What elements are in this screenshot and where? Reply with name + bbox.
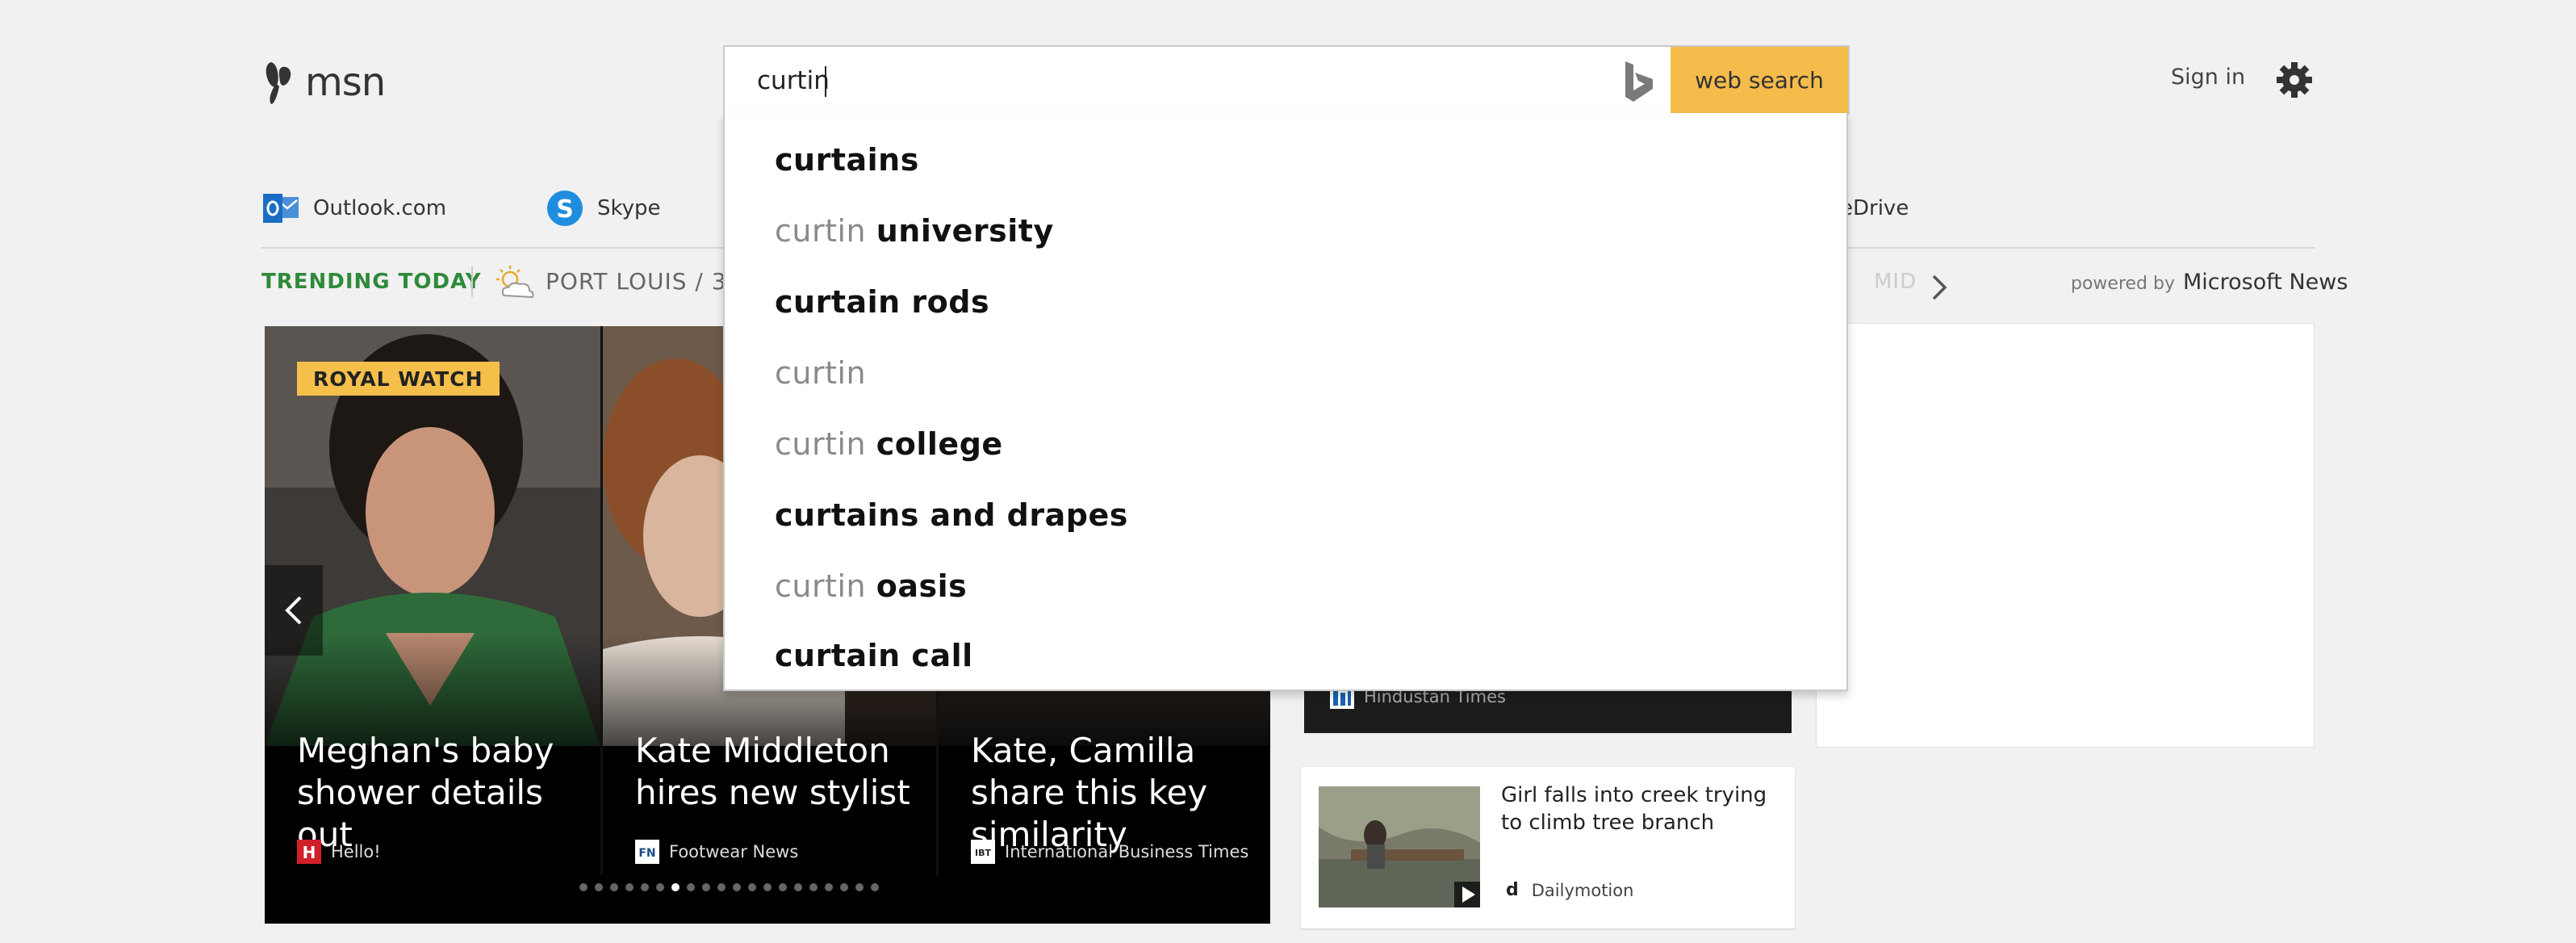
suggestion-prefix: curtin: [775, 568, 876, 604]
carousel-dot[interactable]: [595, 883, 603, 891]
carousel-dot[interactable]: [809, 883, 818, 891]
ad-panel: [1816, 323, 2315, 748]
skype-link[interactable]: S Skype: [546, 191, 661, 226]
carousel-dot[interactable]: [625, 883, 634, 891]
chevron-left-icon[interactable]: [265, 565, 323, 656]
slide-source-name: Hello!: [331, 842, 381, 861]
suggestion-suffix: curtain call: [775, 638, 973, 673]
weather-icon: [496, 266, 534, 299]
trending-tab-partial[interactable]: MID: [1874, 270, 1917, 294]
svg-text:H: H: [303, 843, 316, 862]
suggestion-suffix: oasis: [876, 568, 968, 604]
svg-text:FN: FN: [638, 847, 655, 860]
msn-logo[interactable]: msn: [263, 58, 386, 107]
carousel-dot[interactable]: [579, 883, 588, 891]
sign-in-link[interactable]: Sign in: [2171, 65, 2245, 90]
suggestion-item[interactable]: curtin oasis: [775, 562, 967, 610]
dailymotion-logo-icon: d: [1506, 880, 1519, 900]
brand-name: msn: [305, 60, 386, 105]
suggestion-suffix: curtains and drapes: [775, 497, 1128, 533]
text-caret: [825, 66, 826, 97]
outlook-icon: [263, 194, 299, 223]
svg-text:IBT: IBT: [975, 848, 991, 858]
slide-source-name: Footwear News: [669, 842, 799, 861]
video-card-source: d Dailymotion: [1506, 880, 1633, 900]
carousel-dot[interactable]: [779, 883, 787, 891]
outlook-link[interactable]: Outlook.com: [261, 191, 446, 226]
carousel-pagination: [579, 883, 879, 896]
suggestion-suffix: university: [876, 213, 1054, 249]
carousel-dot[interactable]: [871, 883, 879, 891]
carousel-dot[interactable]: [748, 883, 756, 891]
carousel-dot[interactable]: [687, 883, 695, 891]
carousel-dot[interactable]: [610, 883, 618, 891]
bing-icon[interactable]: [1620, 60, 1658, 105]
suggestion-prefix: curtin: [775, 213, 876, 249]
suggestion-item[interactable]: curtains: [775, 136, 919, 184]
slide-source: FN Footwear News: [635, 840, 798, 864]
suggestion-prefix: curtin: [775, 426, 876, 462]
carousel-dot[interactable]: [656, 883, 664, 891]
ibt-logo-icon: IBT: [971, 840, 995, 864]
suggestion-item[interactable]: curtin college: [775, 420, 1003, 468]
carousel-dot[interactable]: [641, 883, 649, 891]
search-bar: web search: [723, 45, 1850, 115]
carousel-dot[interactable]: [855, 883, 864, 891]
suggestion-prefix: curtin: [775, 355, 867, 391]
web-search-button[interactable]: web search: [1671, 47, 1848, 113]
hello-logo-icon: H: [297, 840, 321, 864]
suggestion-item[interactable]: curtain call: [775, 631, 973, 680]
suggestion-item[interactable]: curtin: [775, 349, 866, 397]
suggestion-suffix: college: [876, 426, 1003, 462]
carousel-dot[interactable]: [825, 883, 833, 891]
footwear-news-logo-icon: FN: [635, 840, 659, 864]
slide-source: IBT International Business Times: [971, 840, 1248, 864]
video-thumbnail: [1319, 786, 1480, 907]
suggestion-suffix: curtains: [775, 142, 919, 178]
carousel-dot[interactable]: [671, 883, 680, 891]
carousel-dot[interactable]: [717, 883, 726, 891]
skype-label: Skype: [597, 196, 661, 220]
skype-icon: S: [547, 191, 583, 226]
onedrive-label: eDrive: [1840, 196, 1909, 220]
settings-gear-icon[interactable]: [2276, 61, 2313, 98]
suggestion-suffix: curtain rods: [775, 284, 990, 320]
slide-headline[interactable]: Meghan's baby shower details out: [297, 730, 596, 856]
weather-text[interactable]: PORT LOUIS / 31: [546, 268, 742, 295]
chevron-right-icon[interactable]: [1927, 271, 1951, 304]
slide-source: H Hello!: [297, 840, 381, 864]
carousel-dot[interactable]: [763, 883, 772, 891]
carousel-dot[interactable]: [840, 883, 848, 891]
slide-source-name: International Business Times: [1005, 842, 1249, 861]
slide-headline[interactable]: Kate, Camilla share this key similarity: [971, 730, 1269, 856]
video-card-source-name: Dailymotion: [1531, 880, 1634, 900]
slide-headline[interactable]: Kate Middleton hires new stylist: [635, 730, 934, 814]
trending-divider: [471, 266, 473, 297]
carousel-dot[interactable]: [702, 883, 710, 891]
microsoft-news-label[interactable]: Microsoft News: [2183, 270, 2348, 295]
msn-butterfly-icon: [266, 62, 291, 104]
carousel-dot[interactable]: [794, 883, 802, 891]
search-suggestions: curtains curtin university curtain rods cur…: [723, 113, 1848, 691]
video-card-title[interactable]: Girl falls into creek trying to climb tr…: [1501, 782, 1775, 836]
suggestion-item[interactable]: curtains and drapes: [775, 491, 1128, 539]
onedrive-link[interactable]: eDrive: [1840, 191, 1909, 226]
royal-watch-badge: ROYAL WATCH: [297, 362, 500, 396]
powered-by: powered by Microsoft News: [2071, 270, 2348, 295]
outlook-label: Outlook.com: [313, 196, 447, 220]
search-input[interactable]: [757, 58, 1499, 103]
powered-by-prefix: powered by: [2071, 274, 2175, 294]
svg-text:S: S: [556, 195, 574, 224]
video-news-card[interactable]: Girl falls into creek trying to climb tr…: [1301, 767, 1795, 928]
trending-today-label[interactable]: TRENDING TODAY: [261, 270, 482, 294]
suggestion-item[interactable]: curtain rods: [775, 278, 989, 326]
suggestion-item[interactable]: curtin university: [775, 207, 1054, 255]
carousel-dot[interactable]: [733, 883, 741, 891]
